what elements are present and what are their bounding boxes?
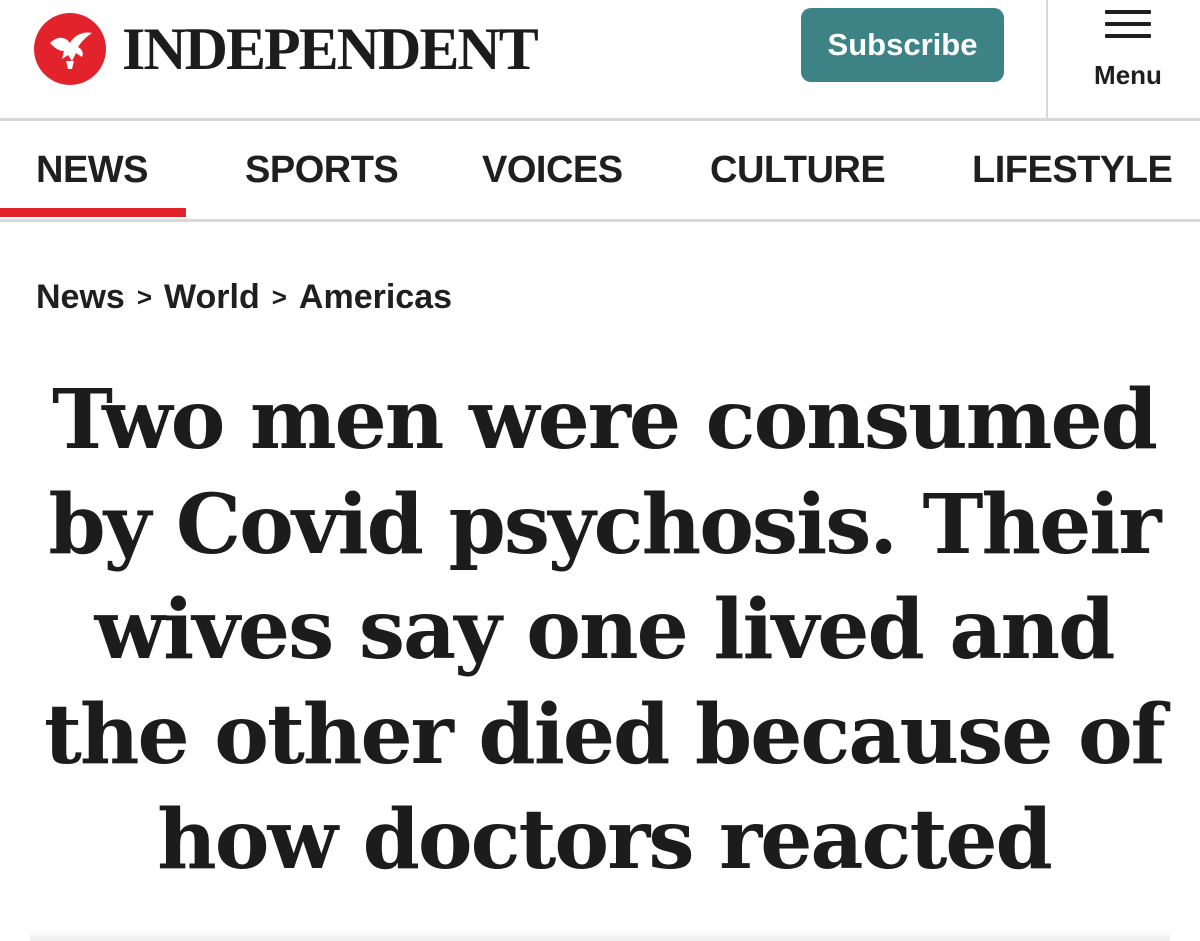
subscribe-button[interactable]: Subscribe [801, 8, 1004, 82]
menu-label: Menu [1094, 60, 1162, 90]
breadcrumb-news[interactable]: News [36, 278, 125, 317]
article-headline: Two men were consumed by Covid psychosis… [44, 372, 1166, 888]
breadcrumb-americas[interactable]: Americas [299, 278, 452, 317]
site-header: INDEPENDENT Subscribe Menu [0, 0, 1200, 121]
nav-item-culture[interactable]: CULTURE [710, 149, 886, 192]
breadcrumb-world[interactable]: World [164, 278, 260, 317]
nav-item-voices[interactable]: VOICES [482, 149, 623, 192]
header-divider [1046, 0, 1048, 118]
breadcrumb-separator: > [136, 282, 153, 312]
nav-item-lifestyle[interactable]: LIFESTYLE [972, 149, 1173, 192]
article-body-preview [30, 930, 1170, 941]
section-nav: NEWS SPORTS VOICES CULTURE LIFESTYLE [0, 121, 1200, 221]
nav-item-news[interactable]: NEWS [36, 149, 149, 192]
nav-divider-line [0, 219, 1200, 222]
menu-button[interactable]: Menu [1080, 8, 1176, 98]
breadcrumb-separator: > [271, 282, 287, 312]
nav-item-sports[interactable]: SPORTS [245, 149, 399, 192]
logo-text: INDEPENDENT [122, 16, 539, 82]
site-logo[interactable]: INDEPENDENT [34, 6, 634, 92]
hamburger-icon [1105, 10, 1151, 38]
eagle-icon [34, 13, 106, 85]
nav-active-indicator [0, 208, 186, 217]
breadcrumb: News > World > Americas [36, 278, 452, 317]
